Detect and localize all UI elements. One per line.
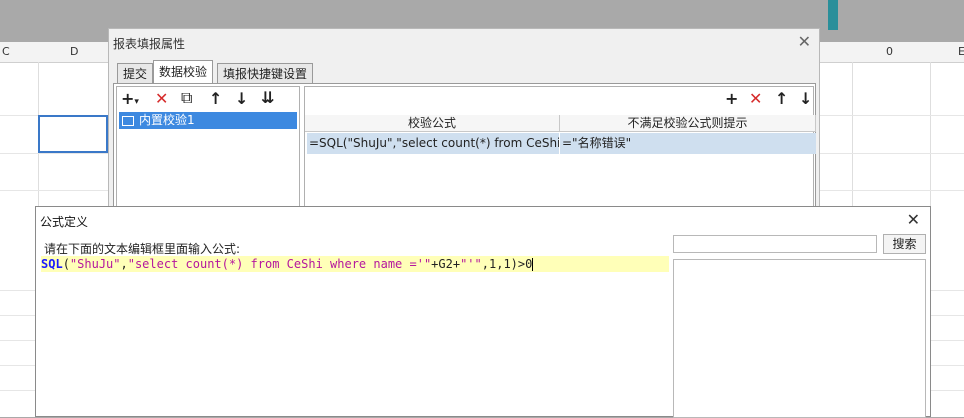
col-header-d[interactable]: D	[70, 45, 78, 58]
formula-definition-dialog: 公式定义 ✕ 请在下面的文本编辑框里面输入公式: SQL("ShuJu","se…	[35, 206, 931, 418]
move-down-icon[interactable]: ↓	[235, 89, 248, 108]
col-header-c[interactable]: C	[2, 45, 10, 58]
column-header-message[interactable]: 不满足校验公式则提示	[560, 115, 816, 132]
move-bottom-icon[interactable]: ⇊	[261, 88, 274, 107]
text-caret	[532, 258, 534, 271]
formula-token: ,	[120, 257, 128, 271]
add-icon[interactable]: +	[725, 89, 738, 108]
move-up-icon[interactable]: ↑	[209, 89, 222, 108]
formula-cell[interactable]: =SQL("ShuJu","select count(*) from CeShi…	[307, 133, 560, 154]
formula-string: "ShuJu"	[69, 257, 121, 271]
formula-editor[interactable]: SQL("ShuJu","select count(*) from CeShi …	[41, 256, 669, 272]
message-cell[interactable]: ="名称错误"	[560, 133, 816, 154]
copy-icon[interactable]: ⧉	[181, 88, 192, 108]
accent-bar	[828, 0, 838, 30]
tab-data-validation[interactable]: 数据校验	[153, 60, 214, 84]
col-header-o[interactable]: 0	[886, 45, 893, 58]
selected-cell[interactable]	[38, 115, 108, 153]
formula-prompt: 请在下面的文本编辑框里面输入公式:	[44, 242, 241, 256]
close-icon[interactable]: ✕	[798, 32, 811, 51]
close-icon[interactable]: ✕	[907, 210, 920, 229]
formula-function: SQL	[41, 257, 63, 271]
list-item[interactable]: 内置校验1	[119, 112, 297, 129]
formula-token: (	[62, 257, 70, 271]
dialog-title: 公式定义	[40, 215, 89, 229]
formula-string: "'"	[460, 257, 482, 271]
move-down-icon[interactable]: ↓	[799, 89, 812, 108]
rule-icon	[122, 115, 134, 126]
tab-shortcut-settings[interactable]: 填报快捷键设置	[217, 63, 314, 83]
col-header-e[interactable]: E	[958, 45, 964, 58]
delete-icon[interactable]: ✕	[749, 89, 762, 108]
tab-submit[interactable]: 提交	[117, 63, 154, 83]
formula-token: ,1,1)>0	[481, 257, 533, 271]
dialog-titlebar: 公式定义 ✕	[36, 207, 930, 231]
column-header-formula[interactable]: 校验公式	[305, 115, 560, 132]
formula-token: +G2+	[431, 257, 461, 271]
move-up-icon[interactable]: ↑	[775, 89, 788, 108]
rule-name: 内置校验1	[139, 113, 195, 127]
search-input[interactable]	[673, 235, 877, 253]
dialog-title: 报表填报属性	[113, 37, 186, 51]
add-dropdown-icon[interactable]: +▾	[121, 89, 139, 108]
search-button[interactable]: 搜索	[883, 234, 926, 254]
delete-icon[interactable]: ✕	[155, 89, 168, 108]
formula-string: "select count(*) from CeShi where name =…	[127, 257, 432, 271]
search-results-list[interactable]	[673, 259, 926, 418]
